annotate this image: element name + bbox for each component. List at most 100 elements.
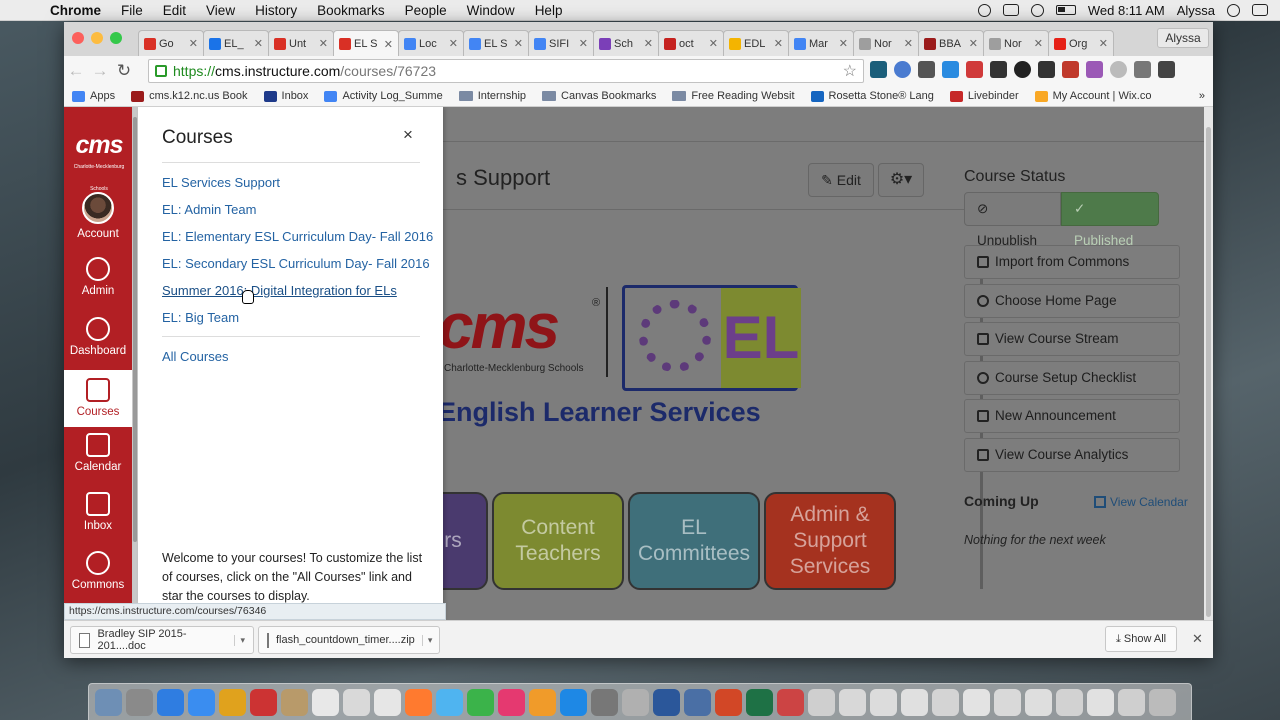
close-downloads-icon[interactable]: ✕ <box>1192 631 1203 647</box>
nav-dashboard[interactable]: Dashboard <box>64 317 132 367</box>
dock-app-icon[interactable] <box>994 688 1021 716</box>
dock-app-icon[interactable] <box>529 688 556 716</box>
tab-close-icon[interactable]: ✕ <box>709 37 718 50</box>
browser-tab[interactable]: Nor ✕ <box>853 30 919 56</box>
browser-tab[interactable]: Unt ✕ <box>268 30 334 56</box>
menu-history[interactable]: History <box>245 3 307 18</box>
dock-app-icon[interactable] <box>95 688 122 716</box>
address-bar[interactable]: https://cms.instructure.com/courses/7672… <box>148 59 864 83</box>
dock-app-icon[interactable] <box>839 688 866 716</box>
clock[interactable]: Wed 8:11 AM <box>1088 3 1165 18</box>
dock-app-icon[interactable] <box>405 688 432 716</box>
extension-screen-icon[interactable] <box>990 61 1007 78</box>
profile-button[interactable]: Alyssa <box>1157 28 1209 48</box>
dock-app-icon[interactable] <box>1056 688 1083 716</box>
browser-tab[interactable]: oct ✕ <box>658 30 724 56</box>
browser-tab[interactable]: Mar ✕ <box>788 30 854 56</box>
menu-user[interactable]: Alyssa <box>1177 3 1215 18</box>
show-all-downloads-button[interactable]: ⤓ Show All <box>1105 626 1178 652</box>
course-link-secondary-esl[interactable]: EL: Secondary ESL Curriculum Day- Fall 2… <box>162 256 430 271</box>
menu-people[interactable]: People <box>395 3 457 18</box>
view-course-analytics-button[interactable]: View Course Analytics <box>964 438 1180 472</box>
course-link-el-services-support[interactable]: EL Services Support <box>162 175 280 190</box>
bookmark-item[interactable]: Livebinder <box>949 90 1019 102</box>
menu-window[interactable]: Window <box>457 3 525 18</box>
menu-help[interactable]: Help <box>525 3 573 18</box>
menu-app-name[interactable]: Chrome <box>40 3 111 18</box>
unpublish-button[interactable]: ⊘ Unpublish <box>964 192 1061 248</box>
bookmark-item[interactable]: Internship <box>458 90 526 102</box>
all-courses-link[interactable]: All Courses <box>162 349 228 364</box>
dock-app-icon[interactable] <box>157 688 184 716</box>
course-link-elementary-esl[interactable]: EL: Elementary ESL Curriculum Day- Fall … <box>162 229 433 244</box>
dock-app-icon[interactable] <box>250 688 277 716</box>
bookmark-item[interactable]: Inbox <box>263 90 308 102</box>
extension-circle-icon[interactable] <box>1014 61 1031 78</box>
extension-d-icon[interactable] <box>942 61 959 78</box>
dock-app-icon[interactable] <box>560 688 587 716</box>
bookmark-item[interactable]: Free Reading Websit <box>672 90 795 102</box>
extension-rw-icon[interactable] <box>1086 61 1103 78</box>
extension-s-red-icon[interactable] <box>966 61 983 78</box>
nav-account[interactable]: Account <box>64 192 132 248</box>
extension-book-icon[interactable] <box>1062 61 1079 78</box>
record-icon[interactable] <box>977 3 991 17</box>
edit-button[interactable]: ✎ Edit <box>808 163 874 197</box>
tab-close-icon[interactable]: ✕ <box>384 38 393 51</box>
nav-calendar[interactable]: Calendar <box>64 433 132 483</box>
tab-close-icon[interactable]: ✕ <box>1034 37 1043 50</box>
page-scrollbar[interactable] <box>1204 107 1213 620</box>
tile-el-committees[interactable]: EL Committees <box>628 492 760 590</box>
nav-commons[interactable]: Commons <box>64 551 132 601</box>
browser-tab[interactable]: EL_ ✕ <box>203 30 269 56</box>
dock-app-icon[interactable] <box>591 688 618 716</box>
browser-tab[interactable]: EL S ✕ <box>333 30 399 57</box>
airplay-icon[interactable] <box>1002 4 1019 16</box>
dock-app-icon[interactable] <box>467 688 494 716</box>
dock-app-icon[interactable] <box>374 688 401 716</box>
cms-logo[interactable]: cms Charlotte-Mecklenburg Schools <box>68 133 130 200</box>
tile-content-teachers[interactable]: Content Teachers <box>492 492 624 590</box>
download-item-doc[interactable]: Bradley SIP 2015-201....doc ▾ <box>70 626 254 654</box>
dock-app-icon[interactable] <box>808 688 835 716</box>
tab-close-icon[interactable]: ✕ <box>1099 37 1108 50</box>
course-link-el-admin-team[interactable]: EL: Admin Team <box>162 202 256 217</box>
tab-close-icon[interactable]: ✕ <box>904 37 913 50</box>
bookmark-item[interactable]: Apps <box>72 90 115 102</box>
tab-close-icon[interactable]: ✕ <box>514 37 523 50</box>
nav-admin[interactable]: Admin <box>64 257 132 307</box>
notification-center-icon[interactable] <box>1252 4 1268 16</box>
import-from-commons-button[interactable]: Import from Commons <box>964 245 1180 279</box>
dock-app-icon[interactable] <box>870 688 897 716</box>
page-scrollbar-thumb[interactable] <box>1206 127 1211 617</box>
view-course-stream-button[interactable]: View Course Stream <box>964 322 1180 356</box>
menu-edit[interactable]: Edit <box>153 3 196 18</box>
choose-home-page-button[interactable]: Choose Home Page <box>964 284 1180 318</box>
dock-app-icon[interactable] <box>498 688 525 716</box>
extension-crown-icon[interactable] <box>1038 61 1055 78</box>
chrome-menu-icon[interactable] <box>1158 61 1175 78</box>
tab-close-icon[interactable]: ✕ <box>189 37 198 50</box>
extension-gray-icon[interactable] <box>1110 61 1127 78</box>
dock-app-icon[interactable] <box>1149 688 1176 716</box>
bookmark-item[interactable]: Canvas Bookmarks <box>542 90 656 102</box>
bookmark-star-icon[interactable]: ☆ <box>843 61 857 81</box>
dock-app-icon[interactable] <box>436 688 463 716</box>
extension-badge-icon[interactable] <box>894 61 911 78</box>
dock-app-icon[interactable] <box>1087 688 1114 716</box>
dock-app-icon[interactable] <box>932 688 959 716</box>
tab-close-icon[interactable]: ✕ <box>839 37 848 50</box>
dock-app-icon[interactable] <box>126 688 153 716</box>
lock-icon[interactable] <box>155 65 167 77</box>
extension-fire-icon[interactable] <box>1134 61 1151 78</box>
new-announcement-button[interactable]: New Announcement <box>964 399 1180 433</box>
menu-file[interactable]: File <box>111 3 153 18</box>
close-icon[interactable]: × <box>403 125 413 145</box>
dock-app-icon[interactable] <box>312 688 339 716</box>
dock-app-icon[interactable] <box>777 688 804 716</box>
tab-close-icon[interactable]: ✕ <box>969 37 978 50</box>
back-icon[interactable]: ← <box>64 61 88 81</box>
chevron-down-icon[interactable]: ▾ <box>421 634 432 646</box>
browser-tab[interactable]: Go ✕ <box>138 30 204 56</box>
nav-inbox[interactable]: Inbox <box>64 492 132 542</box>
